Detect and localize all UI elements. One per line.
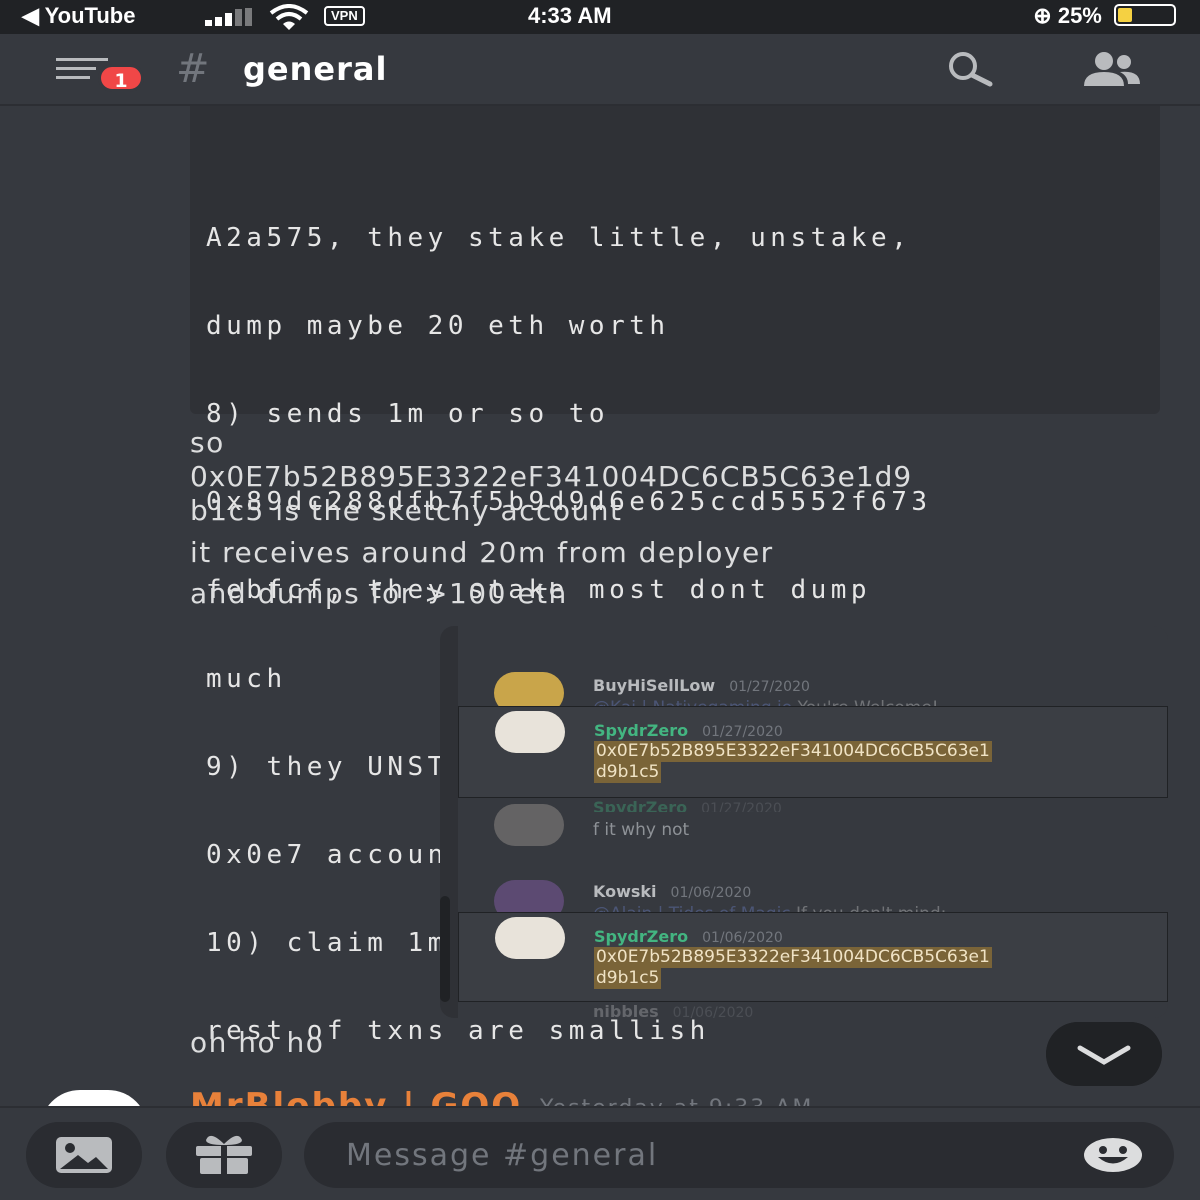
message-text: 0x0E7b52B895E3322eF341004DC6CB5C63e1 d9b1… [594, 947, 992, 989]
gift-icon[interactable] [166, 1122, 282, 1188]
message-input[interactable] [304, 1122, 1174, 1188]
chevron-down-icon[interactable] [1046, 1022, 1162, 1086]
battery-icon [1114, 4, 1176, 26]
author-name: SpydrZero 01/06/2020 [594, 927, 783, 946]
search-icon[interactable] [944, 50, 996, 90]
author-name: Kowski 01/06/2020 [593, 882, 752, 901]
channel-hash-icon: # [176, 46, 210, 92]
message-address: 0x0E7b52B895E3322eF341004DC6CB5C63e1d9 [190, 460, 913, 493]
scrollbar-track [440, 626, 458, 1018]
code-line: A2a575, they stake little, unstake, [206, 222, 912, 253]
wifi-icon [269, 4, 309, 30]
message-text: f it why not [593, 820, 690, 840]
message-text: oh ho ho [190, 1026, 325, 1059]
attached-screenshot[interactable]: BuyHiSellLow 01/27/2020 @Kai | Nativegami… [440, 626, 1168, 1018]
back-to-app[interactable]: ◀ YouTube [22, 3, 135, 29]
clock: 4:33 AM [528, 3, 612, 28]
code-line: rest of txns are smallish [206, 1016, 710, 1047]
avatar [495, 917, 565, 959]
vpn-badge: VPN [324, 6, 365, 26]
members-icon[interactable] [1076, 50, 1144, 90]
author-name: BuyHiSellLow 01/27/2020 [593, 676, 810, 695]
message-text: 0x0E7b52B895E3322eF341004DC6CB5C63e1 d9b1… [594, 741, 992, 783]
cut-off-line [206, 151, 1160, 165]
scrollbar-thumb [440, 896, 450, 1002]
message-list[interactable]: A2a575, they stake little, unstake, dump… [0, 106, 1200, 1106]
avatar [495, 711, 565, 753]
screenshot-message-highlighted: SpydrZero 01/27/2020 0x0E7b52B895E3322eF3… [458, 706, 1168, 798]
author-name[interactable]: MrBlobby | GOO [190, 1086, 522, 1108]
message-text: it receives around 20m from deployer [190, 536, 774, 569]
status-bar: ◀ YouTube VPN 4:33 AM ⊕ 25% [0, 0, 1200, 34]
message-composer [0, 1106, 1200, 1200]
message-text: and dumps for >100 eth [190, 577, 568, 610]
message-text: b1c5 is the sketchy account [190, 494, 623, 527]
channel-name[interactable]: general [243, 50, 387, 88]
battery-percent: 25% [1057, 3, 1102, 28]
author-name: SpydrZero 01/27/2020 [593, 798, 782, 812]
code-line: dump maybe 20 eth worth [206, 310, 670, 341]
image-icon[interactable] [26, 1122, 142, 1188]
author-name: SpydrZero 01/27/2020 [594, 721, 783, 740]
screenshot-message: nibbles 01/06/2020 [458, 1002, 1168, 1018]
code-line: 8) sends 1m or so to [206, 399, 610, 430]
rotation-lock-icon: ⊕ [1033, 3, 1052, 28]
avatar [494, 804, 564, 846]
unread-badge: 1 [98, 64, 144, 92]
message-text: so [190, 426, 225, 459]
channel-header: 1 # general [0, 34, 1200, 106]
code-block: A2a575, they stake little, unstake, dump… [190, 106, 1160, 1046]
cellular-signal-icon [205, 8, 257, 26]
author-name: nibbles 01/06/2020 [593, 1002, 754, 1018]
screenshot-message-highlighted: SpydrZero 01/06/2020 0x0E7b52B895E3322eF3… [458, 912, 1168, 1002]
emoji-icon[interactable] [1084, 1138, 1142, 1172]
battery-status: ⊕ 25% [1033, 3, 1176, 29]
